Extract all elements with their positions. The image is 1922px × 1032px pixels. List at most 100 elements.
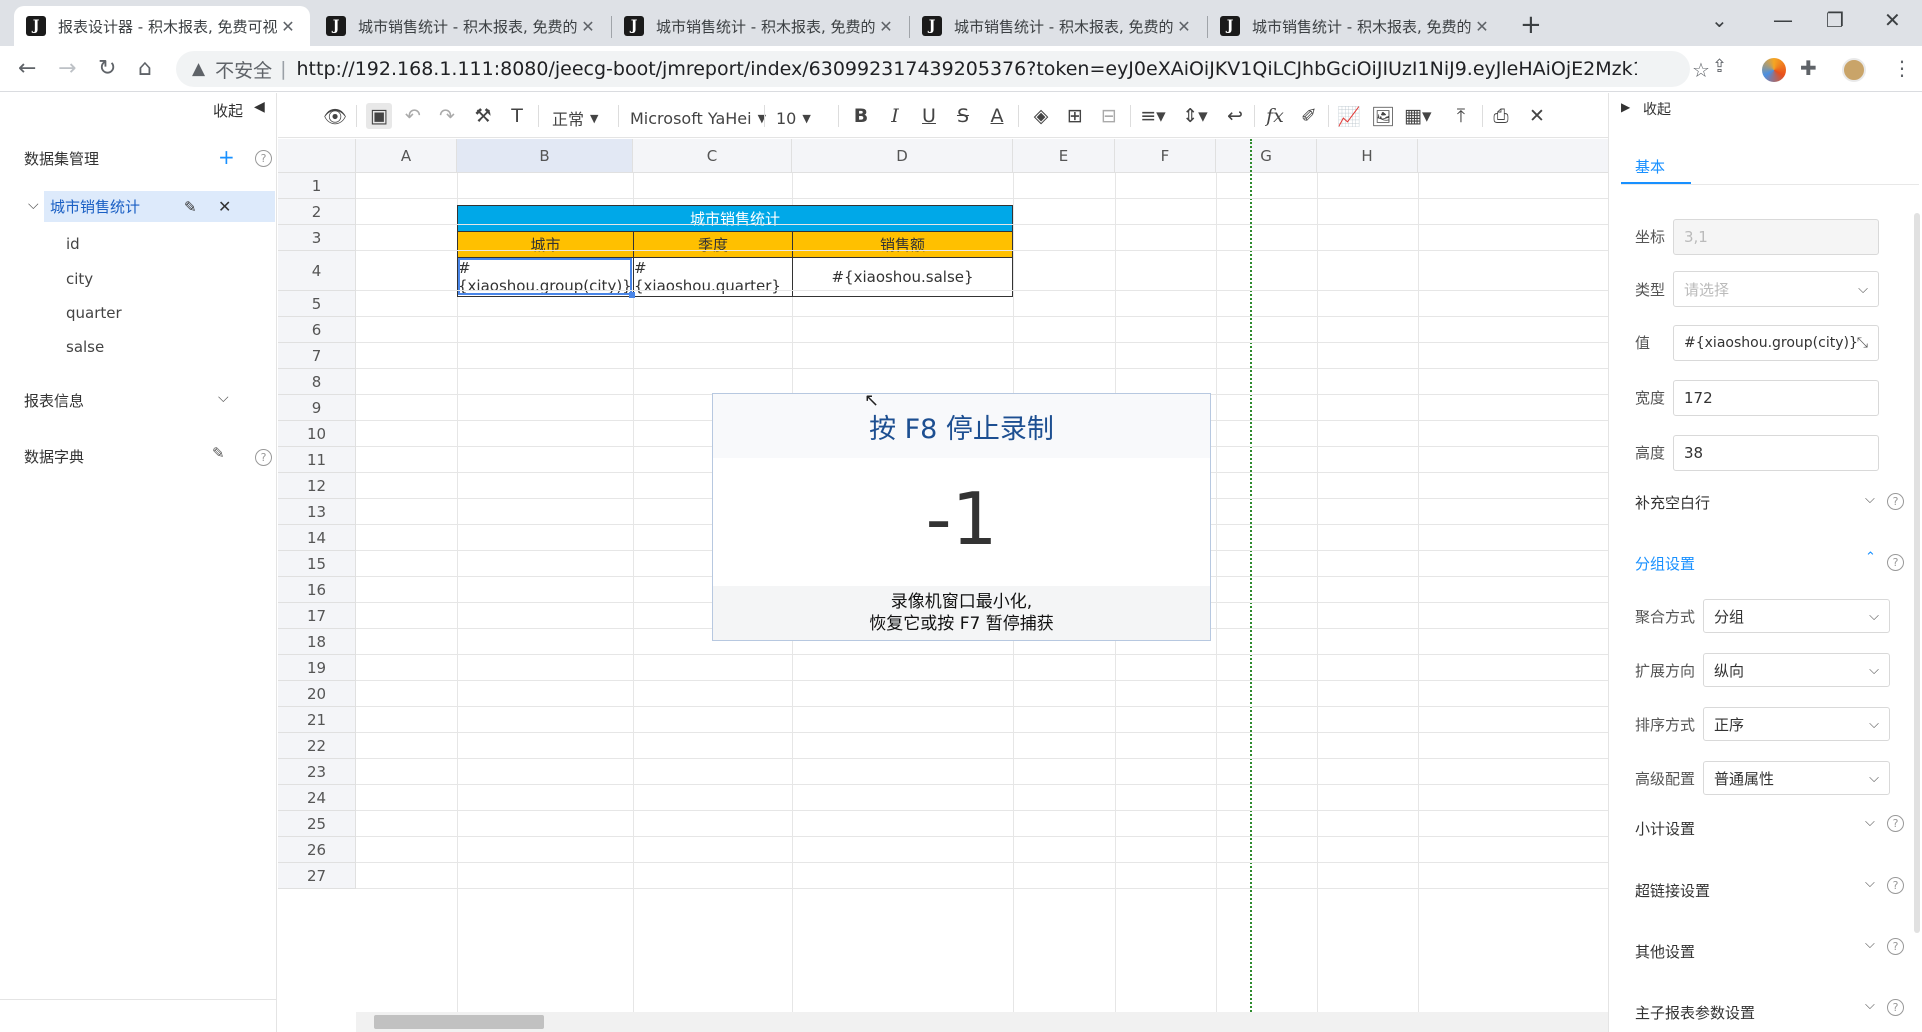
row-header[interactable]: 5 — [278, 291, 356, 317]
column-header[interactable]: F — [1115, 139, 1216, 173]
font-color-icon[interactable]: A — [984, 103, 1010, 129]
browser-tab-1[interactable]: J 报表设计器 - 积木报表, 免费可视 ✕ — [14, 6, 310, 46]
row-header[interactable]: 20 — [278, 681, 356, 707]
row-header[interactable]: 23 — [278, 759, 356, 785]
fill-color-icon[interactable]: ◈ — [1028, 103, 1054, 129]
agg-select[interactable]: 分组 ⌵ — [1703, 599, 1890, 633]
reload-icon[interactable]: ↻ — [98, 56, 116, 81]
chevron-down-icon[interactable]: ⌵ — [28, 197, 39, 213]
field-item[interactable]: city — [66, 270, 93, 288]
tab-search-icon[interactable]: ⌄ — [1711, 8, 1728, 32]
maximize-icon[interactable]: ❐ — [1826, 8, 1844, 32]
valign-icon[interactable]: ⇕▾ — [1182, 103, 1208, 129]
master-sub-params-section[interactable]: 主子报表参数设置 — [1635, 1002, 1755, 1023]
chart-icon[interactable]: 📈 — [1336, 103, 1362, 129]
help-icon[interactable]: ? — [1887, 877, 1904, 894]
row-header[interactable]: 3 — [278, 225, 356, 251]
dataset-item[interactable]: 城市销售统计 ✎ ✕ — [44, 191, 275, 222]
close-tab-icon[interactable]: ✕ — [578, 17, 598, 36]
header-cell-sales[interactable]: 销售额 — [792, 231, 1013, 258]
row-header[interactable]: 2 — [278, 199, 356, 225]
row-header[interactable]: 24 — [278, 785, 356, 811]
text-wrap-icon[interactable]: ↩ — [1222, 103, 1248, 129]
data-dict-label[interactable]: 数据字典 — [24, 446, 84, 467]
report-title-cell[interactable]: 城市销售统计 — [457, 205, 1013, 232]
field-item[interactable]: id — [66, 235, 80, 253]
close-tab-icon[interactable]: ✕ — [1472, 17, 1492, 36]
puzzle-extensions-icon[interactable]: ✚ — [1800, 56, 1817, 80]
help-icon[interactable]: ? — [1887, 554, 1904, 571]
forward-icon[interactable]: → — [58, 56, 76, 81]
share-icon[interactable]: ⇪ — [1712, 56, 1727, 77]
column-header[interactable]: D — [792, 139, 1013, 173]
help-icon[interactable]: ? — [255, 150, 272, 167]
browser-tab-5[interactable]: J 城市销售统计 - 积木报表, 免费的 ✕ — [1208, 6, 1504, 46]
fill-handle[interactable] — [629, 292, 635, 298]
row-header[interactable]: 18 — [278, 629, 356, 655]
browser-tab-3[interactable]: J 城市销售统计 - 积木报表, 免费的 ✕ — [612, 6, 908, 46]
collapse-right-label[interactable]: 收起 — [1643, 99, 1671, 119]
underline-icon[interactable]: U — [916, 103, 942, 129]
column-header[interactable]: B — [457, 139, 633, 173]
row-header[interactable]: 8 — [278, 369, 356, 395]
row-header[interactable]: 6 — [278, 317, 356, 343]
chevron-down-icon[interactable]: ⌵ — [1865, 492, 1875, 507]
column-header[interactable]: G — [1216, 139, 1317, 173]
column-header[interactable]: A — [356, 139, 457, 173]
other-settings-section[interactable]: 其他设置 — [1635, 941, 1695, 962]
border-icon[interactable]: ⊞ — [1062, 103, 1088, 129]
italic-icon[interactable]: I — [882, 103, 908, 129]
header-cell-city[interactable]: 城市 — [457, 231, 634, 258]
row-header[interactable]: 17 — [278, 603, 356, 629]
column-header[interactable]: C — [633, 139, 792, 173]
strikethrough-icon[interactable]: S — [950, 103, 976, 129]
tab-basic[interactable]: 基本 — [1635, 156, 1665, 177]
field-item[interactable]: quarter — [66, 304, 122, 322]
subtotal-section[interactable]: 小计设置 — [1635, 818, 1695, 839]
row-header[interactable]: 14 — [278, 525, 356, 551]
url-text[interactable]: http://192.168.1.111:8080/jeecg-boot/jmr… — [297, 58, 1637, 80]
settings-tools-icon[interactable]: ✕ — [1524, 103, 1550, 129]
row-header[interactable]: 13 — [278, 499, 356, 525]
row-header[interactable]: 9 — [278, 395, 356, 421]
field-item[interactable]: salse — [66, 338, 104, 356]
help-icon[interactable]: ? — [1887, 815, 1904, 832]
help-icon[interactable]: ? — [255, 449, 272, 466]
edit-dataset-icon[interactable]: ✎ — [184, 198, 197, 216]
expand-direction-select[interactable]: 纵向 ⌵ — [1703, 653, 1890, 687]
merge-cells-icon[interactable]: ⊟ — [1096, 103, 1122, 129]
help-icon[interactable]: ? — [1887, 938, 1904, 955]
hyperlink-section[interactable]: 超链接设置 — [1635, 880, 1710, 901]
collapse-left-label[interactable]: 收起 — [213, 100, 243, 121]
collapse-left-icon[interactable]: ◀ — [254, 99, 265, 115]
close-tab-icon[interactable]: ✕ — [278, 17, 298, 36]
chevron-up-icon[interactable]: ⌃ — [1865, 550, 1876, 565]
undo-icon[interactable]: ↶ — [400, 103, 426, 129]
help-icon[interactable]: ? — [1887, 999, 1904, 1016]
chevron-down-icon[interactable]: ⌵ — [1865, 876, 1875, 891]
font-size-select[interactable]: 10 ▼ — [776, 105, 811, 131]
row-header[interactable]: 7 — [278, 343, 356, 369]
new-tab-button[interactable]: + — [1520, 10, 1542, 40]
grid-corner[interactable] — [278, 139, 356, 173]
close-tab-icon[interactable]: ✕ — [876, 17, 896, 36]
font-select[interactable]: Microsoft YaHei ▼ — [630, 105, 766, 131]
expand-right-icon[interactable]: ▶ — [1621, 100, 1630, 114]
row-header[interactable]: 22 — [278, 733, 356, 759]
row-header[interactable]: 4 — [278, 251, 356, 291]
column-header[interactable]: E — [1013, 139, 1115, 173]
minimize-icon[interactable]: — — [1773, 8, 1793, 32]
chevron-down-icon[interactable]: ⌵ — [1865, 937, 1875, 952]
bold-icon[interactable]: B — [848, 103, 874, 129]
edit-dict-icon[interactable]: ✎ — [212, 444, 225, 462]
add-dataset-icon[interactable]: + — [218, 145, 235, 169]
row-header[interactable]: 21 — [278, 707, 356, 733]
scrollbar-thumb[interactable] — [374, 1015, 544, 1029]
advanced-select[interactable]: 普通属性 ⌵ — [1703, 761, 1890, 795]
row-header[interactable]: 25 — [278, 811, 356, 837]
data-cell-sales[interactable]: #{xiaoshou.salse} — [792, 257, 1013, 297]
chevron-down-icon[interactable]: ⌵ — [1865, 815, 1875, 830]
highlight-icon[interactable]: ✐ — [1296, 103, 1322, 129]
function-fx-icon[interactable]: fx — [1262, 103, 1288, 129]
style-select[interactable]: 正常 ▼ — [552, 105, 598, 131]
